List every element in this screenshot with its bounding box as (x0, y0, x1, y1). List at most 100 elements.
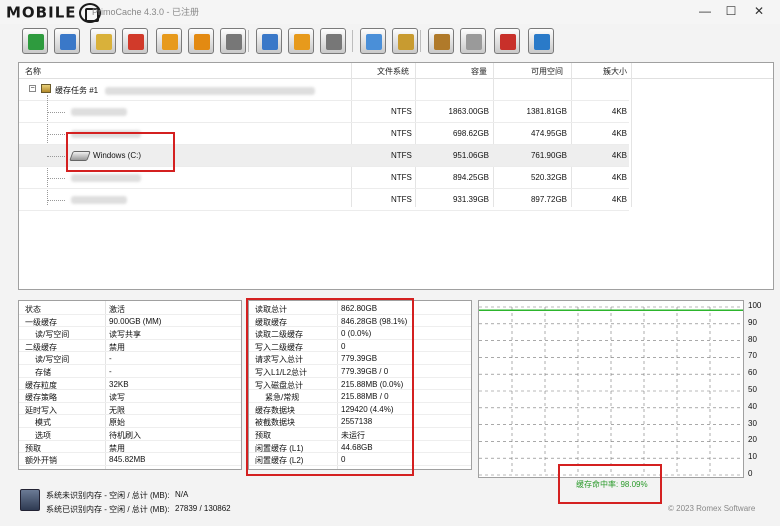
column-capacity[interactable]: 容量 (471, 66, 487, 77)
license-button[interactable] (460, 28, 486, 54)
stat-label: 二级缓存 (25, 342, 57, 352)
inspect-cache-button[interactable] (90, 28, 116, 54)
stat-label: 一级缓存 (25, 317, 57, 327)
help-button[interactable] (494, 28, 520, 54)
redacted-volume-name (71, 196, 127, 204)
stat-row: 延时写入 无限 (19, 404, 241, 416)
create-cache-button[interactable] (22, 28, 48, 54)
stat-label: 预取 (25, 443, 41, 453)
maximize-button[interactable]: ☐ (716, 0, 746, 24)
collapse-icon[interactable]: − (29, 85, 36, 92)
cache-task-icon (41, 84, 51, 93)
stat-row: 缓存数据块 129420 (4.4%) (249, 404, 471, 416)
tools-icon (366, 34, 382, 50)
close-button[interactable]: ✕ (744, 0, 774, 24)
resume-cache-button[interactable] (220, 28, 246, 54)
stat-label: 紧急/常规 (265, 393, 300, 403)
stat-value: 激活 (109, 305, 125, 314)
redacted-volume-name (71, 174, 141, 182)
stat-value: 0 (341, 455, 346, 465)
volume-row[interactable]: Windows (C:) NTFS 951.06GB 761.90GB 4KB (19, 145, 629, 167)
cache-task-row[interactable]: − 缓存任务 #1 (19, 79, 629, 101)
settings-icon (434, 34, 450, 50)
stat-label: 闲置缓存 (L1) (255, 443, 304, 453)
stat-value: 2557138 (341, 417, 373, 427)
stat-label: 缓存数据块 (255, 405, 295, 415)
recognized-memory-value: 27839 / 130862 (175, 504, 231, 513)
y-tick-label: 70 (748, 351, 757, 361)
stat-value: 779.39GB (341, 354, 378, 364)
stat-value: 129420 (4.4%) (341, 404, 394, 414)
volume-row[interactable]: NTFS 931.39GB 897.72GB 4KB (19, 189, 629, 211)
book-button[interactable] (392, 28, 418, 54)
stat-label: 状态 (25, 305, 41, 314)
resume-volume-icon (326, 34, 342, 50)
redacted-volume-name (71, 130, 141, 138)
stat-row: 模式 原始 (19, 416, 241, 428)
pause-cache-button[interactable] (156, 28, 182, 54)
volume-fs: NTFS (391, 173, 412, 182)
y-tick-label: 50 (748, 385, 757, 394)
volume-row[interactable]: NTFS 1863.00GB 1381.81GB 4KB (19, 101, 629, 123)
stat-value: 禁用 (109, 342, 125, 352)
stat-label: 写入二级缓存 (255, 342, 303, 352)
volume-row[interactable]: NTFS 894.25GB 520.32GB 4KB (19, 167, 629, 189)
stat-row: 缓取缓存 846.28GB (98.1%) (249, 316, 471, 328)
hit-rate-label: 缓存命中率: 98.09% (576, 480, 648, 489)
stat-value: 读写 (109, 393, 125, 403)
stat-label: 缓取缓存 (255, 317, 287, 327)
add-volume-icon (262, 34, 278, 50)
column-name[interactable]: 名称 (25, 66, 41, 77)
stat-value: 846.28GB (98.1%) (341, 316, 408, 326)
stat-value: 原始 (109, 418, 125, 428)
about-button[interactable] (528, 28, 554, 54)
volume-list: 名称 文件系统 容量 可用空间 簇大小 − 缓存任务 #1 NTFS 1863.0… (18, 62, 774, 290)
stat-value: 未运行 (341, 431, 365, 440)
toolbar (0, 26, 780, 58)
delete-cache-button[interactable] (122, 28, 148, 54)
stat-row: 闲置缓存 (L1) 44.68GB (249, 442, 471, 454)
stat-value: 0 (0.0%) (341, 329, 372, 339)
hit-rate-graph (479, 306, 743, 476)
y-tick-label: 0 (748, 469, 753, 478)
settings-button[interactable] (428, 28, 454, 54)
stat-row: 额外开销 845.82MB (19, 454, 241, 466)
drive-icon (69, 151, 91, 161)
y-tick-label: 10 (748, 452, 757, 462)
y-tick-label: 30 (748, 418, 757, 428)
stat-value: 215.88MB (0.0%) (341, 379, 404, 389)
volume-free: 520.32GB (530, 173, 567, 182)
tools-button[interactable] (360, 28, 386, 54)
column-filesystem[interactable]: 文件系统 (377, 66, 409, 77)
recognized-memory-label: 系统已识别内存 - 空闲 / 总计 (MB): (46, 505, 170, 514)
column-free-space[interactable]: 可用空间 (531, 66, 563, 77)
column-cluster-size[interactable]: 簇大小 (603, 66, 627, 77)
stat-label: 存储 (35, 368, 51, 377)
resume-volume-button[interactable] (320, 28, 346, 54)
pause-volume-button[interactable] (288, 28, 314, 54)
memory-icon (20, 489, 40, 511)
volume-cluster: 4KB (611, 151, 627, 160)
flush-cache-icon (194, 34, 210, 50)
inspect-cache-icon (96, 34, 112, 50)
stat-value: 215.88MB / 0 (341, 392, 389, 402)
y-tick-label: 60 (748, 368, 757, 378)
volume-free: 1381.81GB (526, 107, 567, 116)
stat-row: 读/写空间 读写共享 (19, 328, 241, 340)
flush-cache-button[interactable] (188, 28, 214, 54)
stat-row: 读取二级缓存 0 (0.0%) (249, 328, 471, 340)
stat-row: 请求写入总计 779.39GB (249, 353, 471, 365)
stat-row: 状态 激活 (19, 303, 241, 315)
cache-settings-button[interactable] (54, 28, 80, 54)
table-header: 名称 文件系统 容量 可用空间 簇大小 (19, 63, 773, 79)
stat-value: 禁用 (109, 443, 125, 453)
volume-free: 761.90GB (530, 151, 567, 160)
redacted-text (105, 87, 315, 95)
stat-label: 缓存粒度 (25, 380, 57, 390)
stat-value: 44.68GB (341, 442, 373, 452)
stat-value: 845.82MB (109, 455, 146, 465)
volume-row[interactable]: NTFS 698.62GB 474.95GB 4KB (19, 123, 629, 145)
add-volume-button[interactable] (256, 28, 282, 54)
stat-value: 90.00GB (MM) (109, 316, 162, 326)
unrecognized-memory-label: 系统未识别内存 - 空闲 / 总计 (MB): (46, 491, 170, 500)
